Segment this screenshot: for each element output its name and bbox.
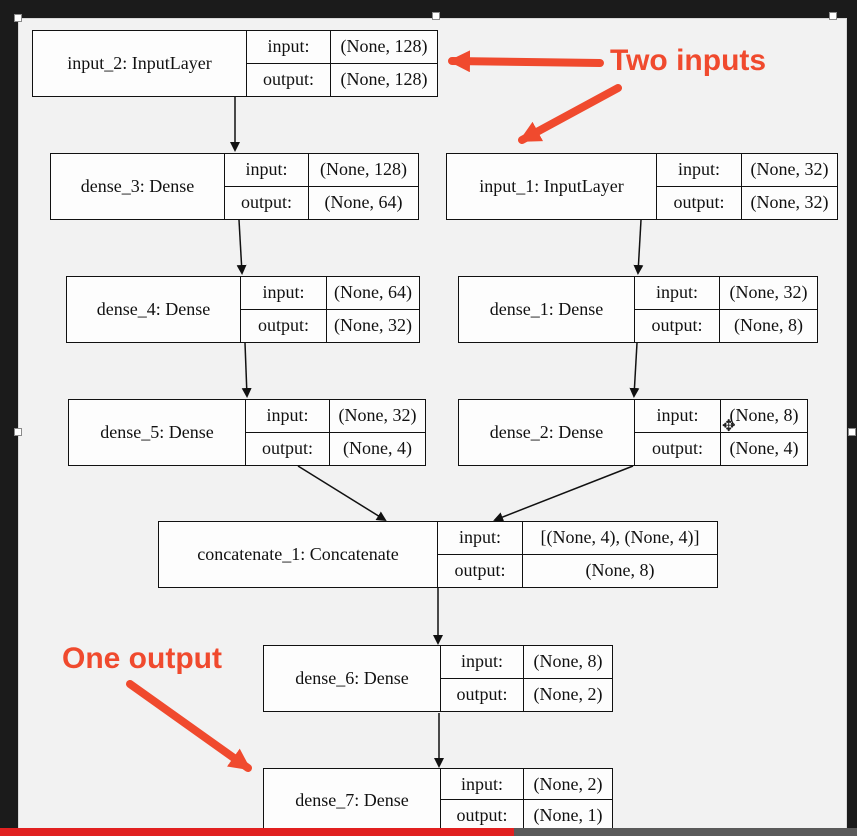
node-name: input_1: InputLayer	[447, 154, 657, 219]
move-cursor-icon: ✥	[722, 416, 736, 435]
output-label: output:	[240, 192, 292, 213]
node-dense-2: dense_2: Dense input: output: (None, 8) …	[458, 399, 808, 466]
node-name: dense_7: Dense	[264, 769, 441, 831]
input-label: input:	[246, 400, 329, 433]
input-label: input:	[247, 31, 330, 64]
input-label: input:	[635, 277, 719, 310]
input-label: input:	[635, 400, 720, 433]
edge	[236, 219, 247, 275]
output-label: output:	[456, 805, 508, 825]
output-shape: (None, 32)	[334, 315, 412, 336]
video-progress-fill	[0, 828, 515, 836]
input-label: input:	[441, 646, 523, 679]
input-shape: (None, 128)	[309, 154, 418, 187]
node-name: dense_1: Dense	[459, 277, 635, 342]
video-progress-bar[interactable]	[0, 828, 857, 836]
output-shape: (None, 64)	[324, 192, 403, 213]
output-label: output:	[651, 315, 703, 336]
node-concatenate-1: concatenate_1: Concatenate input: output…	[158, 521, 718, 588]
output-label: output:	[262, 69, 314, 90]
output-shape: (None, 4)	[729, 438, 799, 459]
node-dense-3: dense_3: Dense input: output: (None, 128…	[50, 153, 419, 220]
input-label: input:	[225, 154, 308, 187]
output-label: output:	[261, 438, 313, 459]
node-name: concatenate_1: Concatenate	[159, 522, 438, 587]
output-shape: (None, 8)	[734, 315, 803, 336]
output-label: output:	[454, 560, 506, 581]
output-shape: (None, 8)	[585, 560, 655, 581]
video-frame: input_2: InputLayer input: output: (None…	[0, 0, 857, 836]
output-label: output:	[673, 192, 725, 213]
node-name: input_2: InputLayer	[33, 31, 247, 96]
input-label: input:	[441, 769, 523, 800]
node-name: dense_2: Dense	[459, 400, 635, 465]
node-input-2: input_2: InputLayer input: output: (None…	[32, 30, 438, 97]
edge	[241, 342, 252, 398]
input-shape: (None, 32)	[720, 277, 817, 310]
edge	[629, 342, 640, 398]
annotation-arrow	[448, 50, 604, 73]
input-shape: (None, 128)	[331, 31, 437, 64]
input-shape: (None, 8)	[524, 646, 612, 679]
input-shape: (None, 32)	[742, 154, 837, 187]
edge	[633, 219, 644, 275]
input-label: input:	[241, 277, 326, 310]
edge	[493, 465, 634, 522]
output-label: output:	[456, 684, 508, 705]
output-shape: (None, 2)	[533, 684, 603, 705]
annotation-arrow	[126, 680, 252, 772]
node-input-1: input_1: InputLayer input: output: (None…	[446, 153, 838, 220]
input-label: input:	[438, 522, 522, 555]
input-shape: (None, 2)	[524, 769, 612, 800]
edge	[297, 465, 387, 522]
input-shape: (None, 64)	[327, 277, 419, 310]
node-name: dense_5: Dense	[69, 400, 246, 465]
node-dense-7: dense_7: Dense input: output: (None, 2) …	[263, 768, 613, 832]
output-label: output:	[257, 315, 309, 336]
node-dense-4: dense_4: Dense input: output: (None, 64)…	[66, 276, 420, 343]
output-shape: (None, 32)	[750, 192, 829, 213]
input-shape: [(None, 4), (None, 4)]	[523, 522, 717, 555]
annotation-one-output: One output	[62, 642, 222, 675]
output-shape: (None, 1)	[533, 805, 603, 825]
output-label: output:	[651, 438, 703, 459]
output-shape: (None, 128)	[340, 69, 428, 90]
output-shape: (None, 4)	[343, 438, 412, 459]
node-name: dense_6: Dense	[264, 646, 441, 711]
input-label: input:	[657, 154, 741, 187]
annotation-two-inputs: Two inputs	[610, 44, 767, 77]
node-dense-6: dense_6: Dense input: output: (None, 8) …	[263, 645, 613, 712]
node-dense-1: dense_1: Dense input: output: (None, 32)…	[458, 276, 818, 343]
annotation-arrow	[518, 84, 622, 144]
node-name: dense_4: Dense	[67, 277, 241, 342]
input-shape: (None, 32)	[330, 400, 425, 433]
node-dense-5: dense_5: Dense input: output: (None, 32)…	[68, 399, 426, 466]
node-name: dense_3: Dense	[51, 154, 225, 219]
